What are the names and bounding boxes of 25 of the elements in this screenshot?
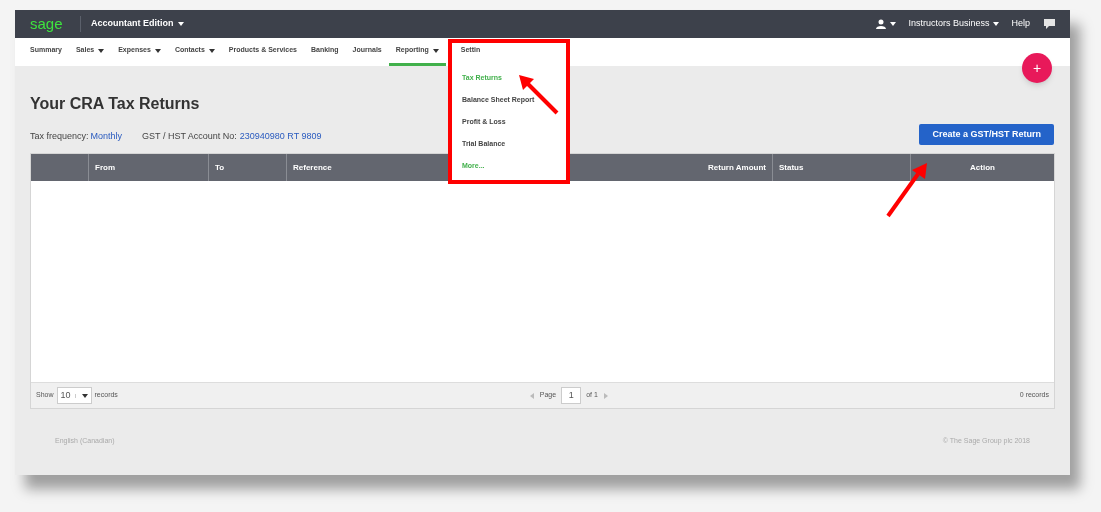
page-title: Your CRA Tax Returns [30, 94, 200, 114]
caret-icon [177, 22, 184, 26]
column-header: From [88, 154, 208, 181]
column-header: To [208, 154, 286, 181]
logo[interactable]: sage [30, 12, 70, 36]
add-button[interactable]: + [1022, 53, 1052, 83]
create-return-button[interactable]: Create a GST/HST Return [919, 124, 1054, 145]
help-link[interactable]: Help [1011, 17, 1030, 31]
annotation-arrow [885, 162, 930, 219]
user-icon [876, 19, 887, 29]
caret-icon [81, 393, 88, 398]
caret-icon [993, 22, 1000, 26]
account-label: GST / HST Account No: [142, 129, 237, 143]
page-size-select[interactable]: 10 [56, 387, 92, 404]
column-header: Status [772, 154, 910, 181]
column-header: Return Amount [707, 161, 767, 174]
edition-menu[interactable]: Accountant Edition [91, 17, 184, 31]
account-number[interactable]: 230940980 RT 9809 [239, 129, 322, 144]
frequency-link[interactable]: Monthly [90, 129, 123, 144]
page-field[interactable]: 1 [561, 387, 582, 404]
chat-icon[interactable] [1044, 19, 1055, 29]
caret-icon [890, 22, 897, 26]
user-menu[interactable] [876, 19, 897, 29]
business-menu[interactable]: Instructors Business [908, 17, 1000, 31]
frequency-label: Tax frequency: [30, 129, 89, 143]
